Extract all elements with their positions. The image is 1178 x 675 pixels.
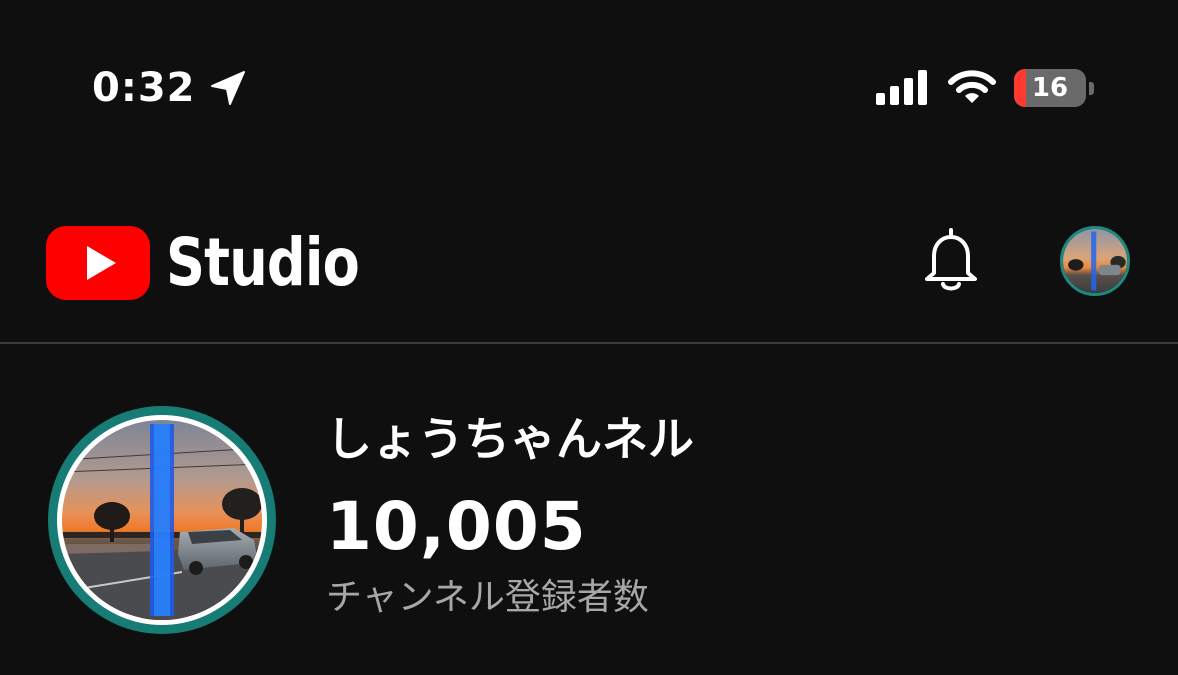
channel-avatar[interactable] [48, 406, 276, 634]
app-name: Studio [166, 224, 360, 301]
youtube-logo-icon [46, 226, 150, 300]
location-arrow-icon [210, 71, 245, 105]
notifications-button[interactable] [918, 224, 984, 296]
youtube-studio-screen: 0:32 16 Studio しょうちゃんネル 10,005 チャンネル登録者数 [0, 0, 1178, 675]
status-time: 0:32 [92, 65, 196, 111]
status-indicators: 16 [874, 68, 1094, 108]
youtube-studio-logo[interactable]: Studio [46, 224, 401, 302]
subscriber-count: 10,005 [326, 488, 587, 565]
app-header: Studio [0, 190, 1178, 342]
channel-summary: しょうちゃんネル 10,005 チャンネル登録者数 [0, 344, 1178, 675]
channel-avatar-image [62, 420, 262, 620]
battery-level-text: 16 [1031, 73, 1069, 103]
channel-name: しょうちゃんネル [326, 412, 694, 466]
battery-icon: 16 [1014, 69, 1086, 107]
subscriber-label: チャンネル登録者数 [326, 577, 649, 618]
channel-info: しょうちゃんネル 10,005 チャンネル登録者数 [326, 408, 694, 620]
battery-cap [1089, 81, 1094, 95]
channel-avatar-photo [62, 420, 262, 620]
cellular-signal-icon [876, 70, 927, 105]
battery-indicator: 16 [1014, 68, 1094, 108]
account-avatar-image [1063, 229, 1127, 293]
wifi-icon [948, 70, 996, 103]
bell-icon [925, 228, 977, 291]
status-time-group: 0:32 [92, 62, 248, 114]
status-bar: 0:32 16 [0, 0, 1178, 150]
account-avatar[interactable] [1060, 226, 1130, 296]
